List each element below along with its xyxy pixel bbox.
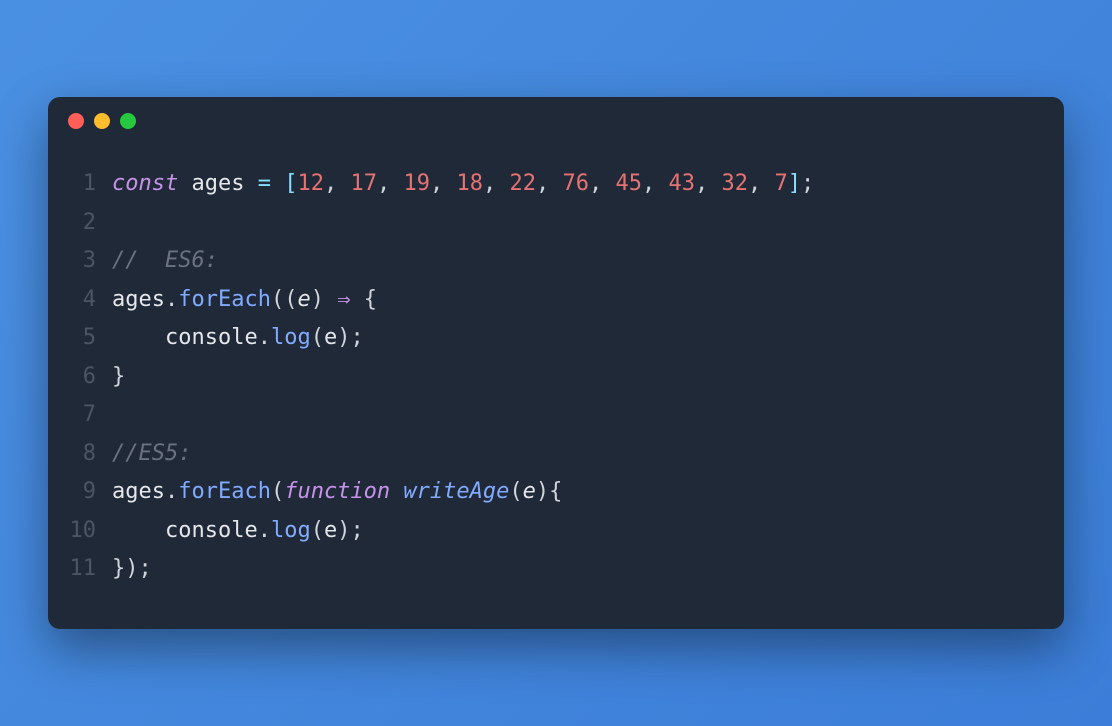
- code-token: console: [112, 325, 258, 350]
- line-content[interactable]: //ES5:: [112, 435, 1034, 474]
- code-line[interactable]: 4ages.forEach((e) ⇒ {: [68, 281, 1034, 320]
- code-token: 19: [403, 171, 430, 196]
- line-content[interactable]: [112, 396, 1034, 435]
- code-token: // ES6:: [112, 248, 218, 273]
- line-content[interactable]: // ES6:: [112, 242, 1034, 281]
- code-token: ,: [483, 171, 510, 196]
- close-icon[interactable]: [68, 113, 84, 129]
- code-line[interactable]: 11});: [68, 550, 1034, 589]
- code-token: [271, 171, 284, 196]
- zoom-icon[interactable]: [120, 113, 136, 129]
- line-content[interactable]: console.log(e);: [112, 512, 1034, 551]
- code-token: ,: [430, 171, 457, 196]
- line-number: 9: [68, 473, 112, 512]
- code-token: const: [112, 171, 178, 196]
- code-token: ): [311, 287, 338, 312]
- minimize-icon[interactable]: [94, 113, 110, 129]
- line-content[interactable]: ages.forEach(function writeAge(e){: [112, 473, 1034, 512]
- code-token: ]: [788, 171, 801, 196]
- code-token: //ES5:: [112, 441, 191, 466]
- line-number: 2: [68, 204, 112, 243]
- code-token: =: [258, 171, 271, 196]
- code-token: });: [112, 556, 152, 581]
- code-line[interactable]: 6}: [68, 358, 1034, 397]
- code-line[interactable]: 10 console.log(e);: [68, 512, 1034, 551]
- code-line[interactable]: 7: [68, 396, 1034, 435]
- code-token: forEach: [178, 479, 271, 504]
- code-line[interactable]: 2: [68, 204, 1034, 243]
- code-token: 12: [297, 171, 324, 196]
- line-number: 10: [68, 512, 112, 551]
- line-number: 3: [68, 242, 112, 281]
- line-number: 8: [68, 435, 112, 474]
- code-token: 76: [562, 171, 589, 196]
- line-content[interactable]: }: [112, 358, 1034, 397]
- code-line[interactable]: 9ages.forEach(function writeAge(e){: [68, 473, 1034, 512]
- code-token: (: [311, 518, 324, 543]
- line-content[interactable]: console.log(e);: [112, 319, 1034, 358]
- code-token: );: [337, 325, 364, 350]
- code-line[interactable]: 8//ES5:: [68, 435, 1034, 474]
- code-token: ,: [324, 171, 351, 196]
- code-line[interactable]: 1const ages = [12, 17, 19, 18, 22, 76, 4…: [68, 165, 1034, 204]
- code-token: }: [112, 364, 125, 389]
- code-token: ((: [271, 287, 298, 312]
- code-token: .: [165, 287, 178, 312]
- code-token: (: [271, 479, 284, 504]
- code-token: function: [284, 479, 390, 504]
- code-token: {: [350, 287, 377, 312]
- code-token: );: [337, 518, 364, 543]
- code-token: ,: [536, 171, 563, 196]
- code-token: ages: [178, 171, 257, 196]
- code-token: ages: [112, 479, 165, 504]
- code-line[interactable]: 5 console.log(e);: [68, 319, 1034, 358]
- code-token: [: [284, 171, 297, 196]
- code-token: 7: [774, 171, 787, 196]
- line-content[interactable]: });: [112, 550, 1034, 589]
- line-number: 6: [68, 358, 112, 397]
- code-token: .: [165, 479, 178, 504]
- code-token: 22: [509, 171, 536, 196]
- line-number: 4: [68, 281, 112, 320]
- code-token: 45: [615, 171, 642, 196]
- code-line[interactable]: 3// ES6:: [68, 242, 1034, 281]
- line-number: 11: [68, 550, 112, 589]
- line-content[interactable]: [112, 204, 1034, 243]
- code-token: 32: [721, 171, 748, 196]
- editor-window: 1const ages = [12, 17, 19, 18, 22, 76, 4…: [48, 97, 1064, 629]
- code-token: (: [509, 479, 522, 504]
- code-token: forEach: [178, 287, 271, 312]
- code-token: ,: [642, 171, 669, 196]
- code-token: ⇒: [337, 287, 350, 312]
- code-token: writeAge: [403, 479, 509, 504]
- code-token: [390, 479, 403, 504]
- code-token: ages: [112, 287, 165, 312]
- line-number: 1: [68, 165, 112, 204]
- code-token: log: [271, 325, 311, 350]
- code-token: e: [297, 287, 310, 312]
- code-token: ){: [536, 479, 563, 504]
- code-token: ,: [589, 171, 616, 196]
- code-token: log: [271, 518, 311, 543]
- code-token: 17: [350, 171, 377, 196]
- code-token: 43: [668, 171, 695, 196]
- line-content[interactable]: const ages = [12, 17, 19, 18, 22, 76, 45…: [112, 165, 1034, 204]
- code-token: console: [112, 518, 258, 543]
- code-token: .: [258, 325, 271, 350]
- code-editor[interactable]: 1const ages = [12, 17, 19, 18, 22, 76, 4…: [48, 145, 1064, 589]
- line-content[interactable]: ages.forEach((e) ⇒ {: [112, 281, 1034, 320]
- code-token: e: [324, 518, 337, 543]
- code-token: e: [324, 325, 337, 350]
- code-token: (: [311, 325, 324, 350]
- code-token: ,: [377, 171, 404, 196]
- code-token: e: [523, 479, 536, 504]
- code-token: ,: [748, 171, 775, 196]
- line-number: 7: [68, 396, 112, 435]
- code-token: 18: [456, 171, 483, 196]
- code-token: ;: [801, 171, 814, 196]
- line-number: 5: [68, 319, 112, 358]
- code-token: ,: [695, 171, 722, 196]
- titlebar: [48, 97, 1064, 145]
- code-token: .: [258, 518, 271, 543]
